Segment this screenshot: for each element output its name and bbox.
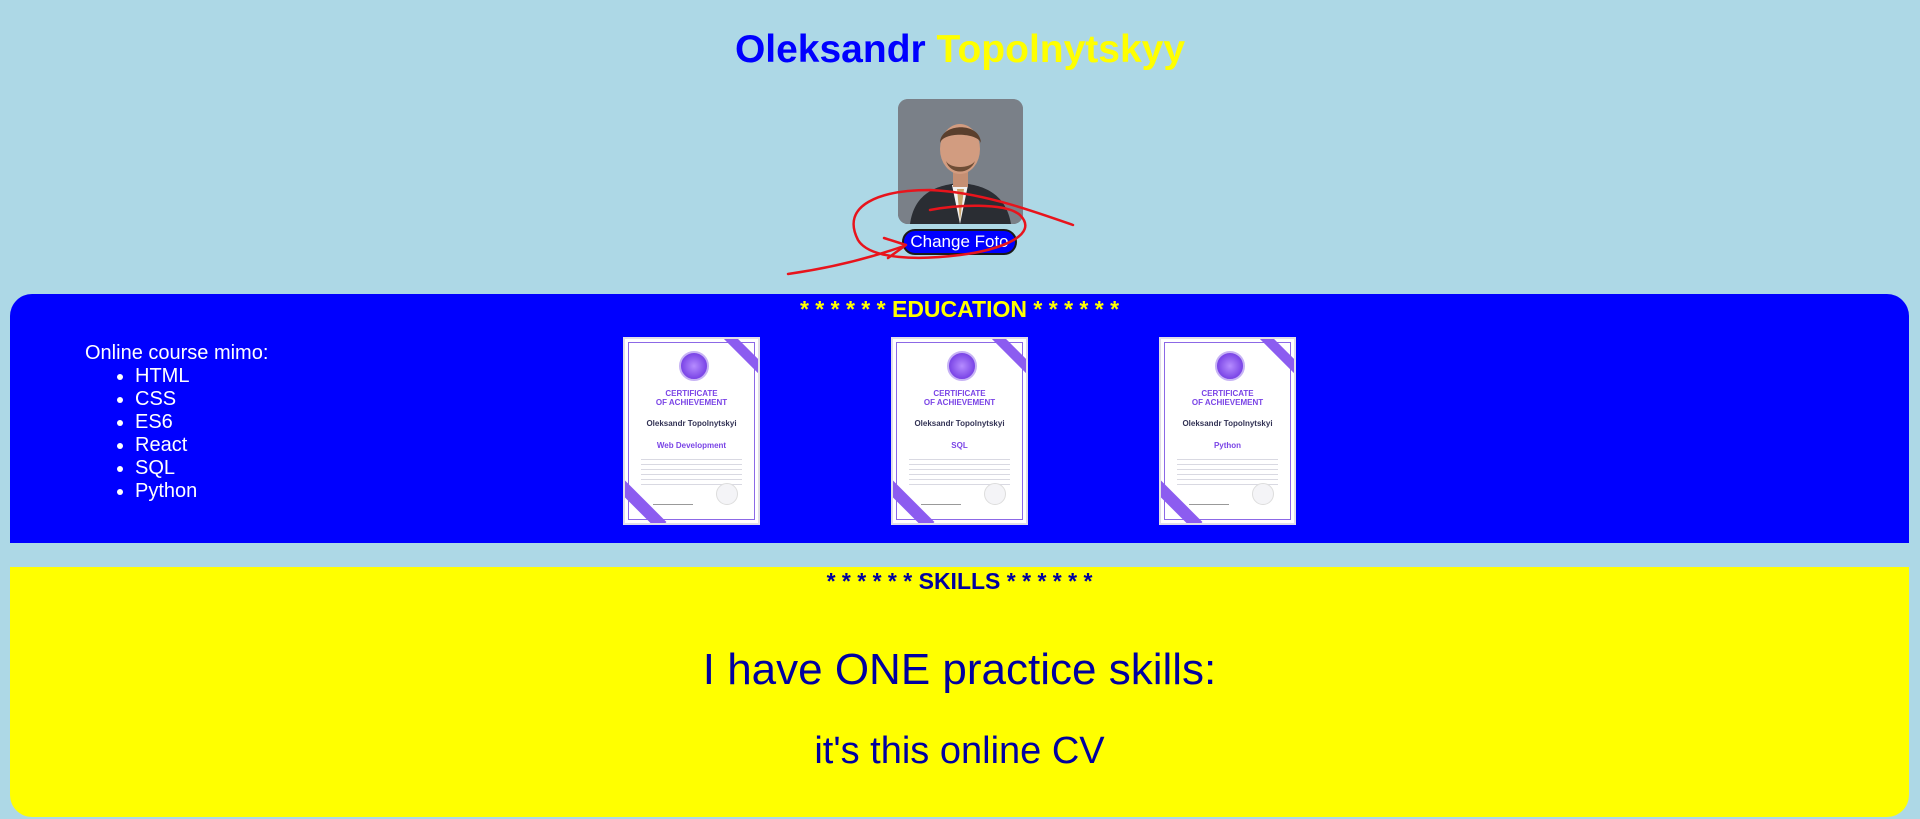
certificate-course: Web Development [656, 441, 727, 450]
education-section: * * * * * * EDUCATION * * * * * * Online… [10, 294, 1909, 543]
course-item: ES6 [135, 411, 197, 434]
certificate-heading-line1: CERTIFICATE [1201, 389, 1254, 398]
skills-statement: I have ONE practice skills: [702, 645, 1217, 694]
certificate-recipient: Oleksandr Topolnytskyi [914, 419, 1005, 428]
certificate-heading-line2: OF ACHIEVEMENT [923, 398, 996, 407]
certificate-course: Python [1213, 441, 1242, 450]
seal-icon [984, 483, 1006, 505]
certificate-python[interactable]: CERTIFICATE OF ACHIEVEMENT Oleksandr Top… [1159, 337, 1296, 525]
course-item: React [135, 434, 197, 457]
certificate-heading: CERTIFICATE OF ACHIEVEMENT [625, 389, 758, 407]
certificate-heading-line1: CERTIFICATE [665, 389, 718, 398]
seal-icon [1252, 483, 1274, 505]
badge-icon [1214, 351, 1245, 381]
signature-line [1189, 490, 1229, 505]
certificate-recipient: Oleksandr Topolnytskyi [646, 419, 737, 428]
seal-icon [716, 483, 738, 505]
first-name: Oleksandr [734, 28, 926, 71]
portrait-image [898, 99, 1023, 224]
signature-line [921, 490, 961, 505]
course-list: HTML CSS ES6 React SQL Python [85, 365, 197, 503]
cv-page: Oleksandr Topolnytskyy Change Foto * * *… [0, 0, 1920, 819]
last-name: Topolnytskyy [936, 28, 1186, 71]
course-item: Python [135, 480, 197, 503]
page-title: Oleksandr Topolnytskyy [0, 26, 1920, 74]
course-intro: Online course mimo: [85, 342, 269, 364]
certificate-heading: CERTIFICATE OF ACHIEVEMENT [893, 389, 1026, 407]
signature-line [653, 490, 693, 505]
education-title: * * * * * * EDUCATION * * * * * * [799, 296, 1120, 322]
certificate-heading: CERTIFICATE OF ACHIEVEMENT [1161, 389, 1294, 407]
certificate-heading-line2: OF ACHIEVEMENT [655, 398, 728, 407]
certificate-sql[interactable]: CERTIFICATE OF ACHIEVEMENT Oleksandr Top… [891, 337, 1028, 525]
badge-icon [678, 351, 709, 381]
certificate-web-development[interactable]: CERTIFICATE OF ACHIEVEMENT Oleksandr Top… [623, 337, 760, 525]
badge-icon [946, 351, 977, 381]
certificate-heading-line2: OF ACHIEVEMENT [1191, 398, 1264, 407]
certificate-heading-line1: CERTIFICATE [933, 389, 986, 398]
skills-detail: it's this online CV [814, 730, 1105, 772]
skills-title: * * * * * * SKILLS * * * * * * [826, 568, 1093, 594]
certificate-course: SQL [951, 441, 968, 450]
course-item: SQL [135, 457, 197, 480]
course-item: CSS [135, 388, 197, 411]
change-photo-button[interactable]: Change Foto [902, 229, 1017, 255]
skills-section: * * * * * * SKILLS * * * * * * I have ON… [10, 567, 1909, 817]
certificate-recipient: Oleksandr Topolnytskyi [1182, 419, 1273, 428]
profile-photo [898, 99, 1023, 224]
course-item: HTML [135, 365, 197, 388]
